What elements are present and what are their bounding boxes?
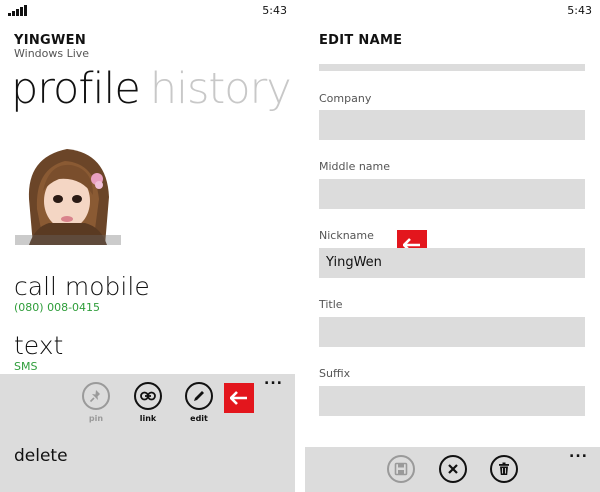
nickname-field[interactable]: YingWen bbox=[319, 248, 585, 278]
delete-button[interactable] bbox=[484, 455, 524, 483]
mobile-number: (080) 008-0415 bbox=[14, 301, 101, 314]
link-button[interactable]: link bbox=[128, 382, 168, 423]
edit-label: edit bbox=[190, 414, 208, 423]
suffix-label: Suffix bbox=[319, 367, 351, 380]
cancel-button[interactable] bbox=[433, 455, 473, 483]
pin-label: pin bbox=[88, 414, 104, 423]
page-title: EDIT NAME bbox=[319, 33, 403, 48]
panel-divider bbox=[295, 0, 305, 492]
status-bar: 5:43 bbox=[305, 0, 600, 20]
middle-name-label: Middle name bbox=[319, 160, 391, 173]
contact-photo[interactable] bbox=[15, 139, 121, 245]
title-label: Title bbox=[319, 298, 343, 311]
pin-icon bbox=[89, 390, 100, 403]
annotation-arrow-icon bbox=[224, 383, 254, 413]
signal-strength-icon bbox=[8, 4, 30, 16]
pivot-header: profile history bbox=[11, 64, 292, 114]
text-field-partial[interactable] bbox=[319, 64, 585, 71]
delete-icon bbox=[499, 462, 509, 475]
pivot-tab-history[interactable]: history bbox=[150, 64, 292, 114]
text-action[interactable]: text bbox=[14, 331, 63, 360]
pin-button[interactable]: pin bbox=[76, 382, 116, 423]
suffix-field[interactable] bbox=[319, 386, 585, 416]
contact-profile-screen: 5:43 YINGWEN Windows Live profile history… bbox=[0, 0, 295, 492]
save-icon bbox=[394, 462, 408, 476]
contact-source: Windows Live bbox=[14, 47, 90, 60]
pencil-icon bbox=[194, 391, 204, 401]
edit-button[interactable]: edit bbox=[179, 382, 219, 423]
link-icon bbox=[140, 391, 156, 401]
clock: 5:43 bbox=[262, 4, 287, 17]
company-field[interactable] bbox=[319, 110, 585, 140]
company-label: Company bbox=[319, 92, 372, 105]
status-bar: 5:43 bbox=[0, 0, 295, 20]
menu-item-delete[interactable]: delete bbox=[14, 446, 68, 466]
contact-photo-image bbox=[15, 139, 121, 245]
application-bar: ... bbox=[305, 445, 600, 492]
edit-name-screen: 5:43 EDIT NAME Company Middle name Nickn… bbox=[305, 0, 600, 492]
clock: 5:43 bbox=[567, 4, 592, 17]
pivot-tab-profile[interactable]: profile bbox=[11, 64, 141, 114]
sms-label: SMS bbox=[14, 360, 38, 373]
link-label: link bbox=[139, 414, 157, 423]
contact-name: YINGWEN bbox=[14, 33, 87, 48]
application-bar-expanded: pin link edit ... bbox=[0, 372, 295, 492]
save-button[interactable] bbox=[381, 455, 421, 483]
title-field[interactable] bbox=[319, 317, 585, 347]
more-options-icon[interactable]: ... bbox=[569, 445, 588, 461]
call-mobile-action[interactable]: call mobile bbox=[14, 272, 150, 301]
more-options-icon[interactable]: ... bbox=[264, 372, 283, 388]
cancel-icon bbox=[448, 464, 458, 474]
nickname-label: Nickname bbox=[319, 229, 374, 242]
middle-name-field[interactable] bbox=[319, 179, 585, 209]
